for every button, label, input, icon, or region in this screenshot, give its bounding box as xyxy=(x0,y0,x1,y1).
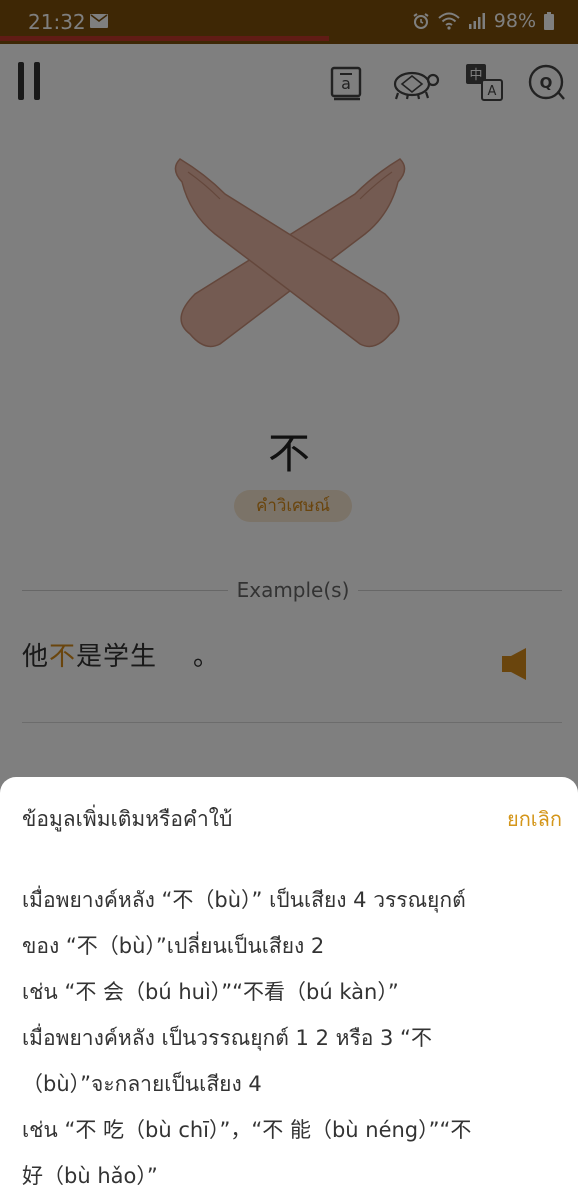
hint-line: 好（bù hǎo）” xyxy=(22,1164,158,1188)
hint-line: เมื่อพยางค์หลัง เป็นวรรณยุกต์ 1 2 หรือ 3… xyxy=(22,1026,432,1050)
hint-line: （bù）”จะกลายเป็นเสียง 4 xyxy=(22,1072,262,1096)
hint-line: เช่น “不 吃（bù chī）”，“不 能（bù néng）”“不 xyxy=(22,1118,472,1142)
cancel-button[interactable]: ยกเลิก xyxy=(507,803,562,835)
hint-text: เมื่อพยางค์หลัง “不（bù）” เป็นเสียง 4 วรรณ… xyxy=(22,877,570,1199)
hint-bottom-sheet: ข้อมูลเพิ่มเติมหรือคำใบ้ ยกเลิก เมื่อพยา… xyxy=(0,777,578,1200)
sheet-title: ข้อมูลเพิ่มเติมหรือคำใบ้ xyxy=(22,807,233,831)
hint-line: เช่น “不 会（bú huì）”“不看（bú kàn）” xyxy=(22,980,399,1004)
hint-line: เมื่อพยางค์หลัง “不（bù）” เป็นเสียง 4 วรรณ… xyxy=(22,888,466,912)
hint-line: ของ “不（bù）”เปลี่ยนเป็นเสียง 2 xyxy=(22,934,325,958)
